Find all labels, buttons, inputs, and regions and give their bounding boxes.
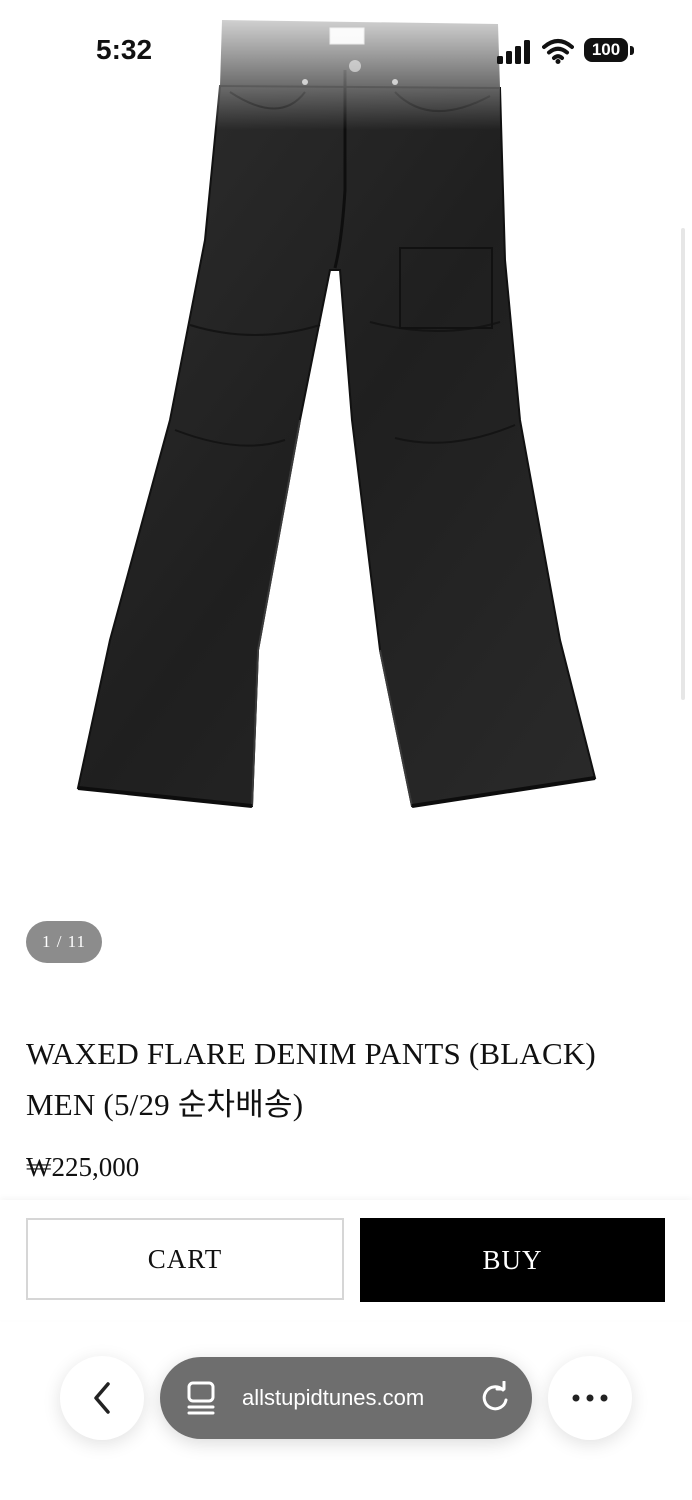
more-icon (572, 1394, 608, 1402)
tab-icon (187, 1381, 215, 1415)
cart-button[interactable]: CART (26, 1218, 344, 1300)
buy-button[interactable]: BUY (360, 1218, 665, 1302)
back-button[interactable] (60, 1356, 144, 1440)
battery-icon: 100 (584, 38, 636, 64)
more-button[interactable] (548, 1356, 632, 1440)
signal-icon (497, 40, 530, 64)
battery-cap (630, 46, 634, 55)
product-title: WAXED FLARE DENIM PANTS (BLACK) MEN (5/2… (26, 1036, 596, 1122)
product-image[interactable] (0, 0, 692, 900)
scroll-indicator (681, 228, 685, 700)
image-counter: 1 / 11 (26, 921, 102, 963)
browser-toolbar: allstupidtunes.com (0, 1330, 692, 1500)
reload-icon[interactable] (478, 1381, 512, 1415)
address-bar[interactable]: allstupidtunes.com (160, 1357, 532, 1439)
battery-level: 100 (584, 38, 628, 62)
status-time: 5:32 (96, 34, 153, 65)
product-price: ₩225,000 (26, 1152, 140, 1182)
status-bar: 5:32 100 (0, 0, 692, 100)
action-bar: CART BUY (0, 1200, 692, 1320)
wifi-icon (542, 39, 574, 64)
url-text: allstupidtunes.com (242, 1385, 425, 1410)
back-icon (94, 1382, 110, 1414)
